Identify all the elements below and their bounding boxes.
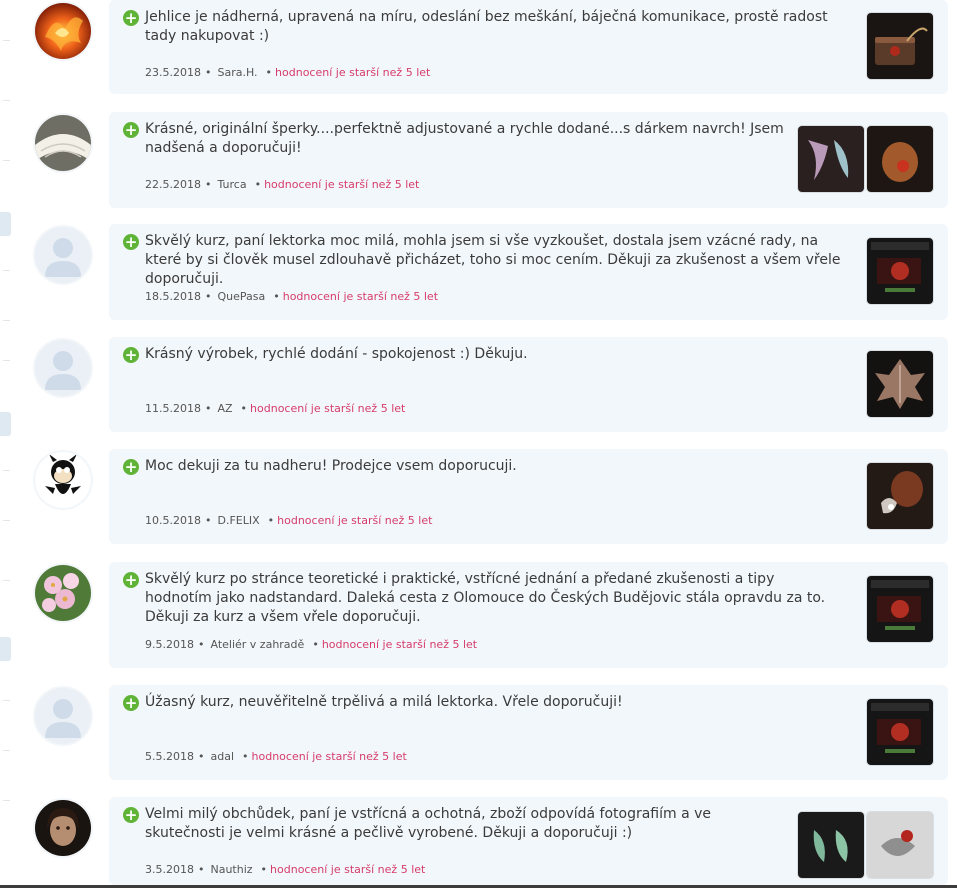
review-bubble: + Skvělý kurz po stránce teoretické i pr… (109, 562, 948, 668)
review-bubble: + Jehlice je nádherná, upravená na míru,… (109, 0, 948, 94)
review-photos (867, 351, 933, 417)
review-photo[interactable] (798, 812, 864, 878)
review-date: 23.5.2018 (145, 66, 201, 79)
positive-plus-icon: + (123, 571, 139, 589)
review-author[interactable]: AZ (217, 402, 232, 415)
review-photos (867, 463, 933, 529)
review-bubble: + Moc dekuji za tu nadheru! Prodejce vse… (109, 449, 948, 544)
old-review-label: hodnocení je starší než 5 let (264, 178, 420, 191)
review-bubble: + Velmi milý obchůdek, paní je vstřícná … (109, 797, 948, 885)
positive-plus-icon: + (123, 346, 139, 364)
side-tab[interactable] (0, 212, 11, 236)
review-date: 9.5.2018 (145, 638, 194, 651)
edge-marker (3, 750, 10, 751)
review-text: Skvělý kurz po stránce teoretické i prak… (145, 571, 826, 625)
edge-marker (3, 40, 10, 41)
edge-marker (3, 160, 10, 161)
review-photo[interactable] (867, 13, 933, 79)
side-tab[interactable] (0, 637, 11, 661)
old-review-label: hodnocení je starší než 5 let (250, 402, 406, 415)
edge-marker (3, 320, 10, 321)
old-review-label: hodnocení je starší než 5 let (282, 290, 439, 303)
review-photos (867, 13, 933, 79)
review-meta: 10.5.2018 • D.FELIX • hodnocení je starší ne… (145, 514, 433, 527)
review-photo[interactable] (798, 126, 864, 192)
positive-plus-icon: + (123, 806, 139, 824)
old-review-label: hodnocení je starší než 5 let (277, 514, 433, 527)
review-meta: 23.5.2018 • Sara.H. • hodnocení je starší ne… (145, 66, 431, 79)
review-author[interactable]: Nauthiz (210, 863, 252, 876)
side-tab[interactable] (0, 412, 11, 436)
review-author[interactable]: QuePasa (217, 290, 265, 303)
review-date: 22.5.2018 (145, 178, 201, 191)
default-user-avatar[interactable] (35, 688, 91, 744)
review-text: Krásný výrobek, rychlé dodání - spokojen… (145, 346, 528, 362)
review-meta: 5.5.2018 • adal • hodnocení je starší než 5 … (145, 750, 407, 763)
old-review-label: hodnocení je starší než 5 let (251, 750, 407, 763)
review-date: 5.5.2018 (145, 750, 194, 763)
edge-marker (3, 270, 10, 271)
edge-marker (3, 580, 10, 581)
review-photo[interactable] (867, 699, 933, 765)
review-text: Moc dekuji za tu nadheru! Prodejce vsem … (145, 458, 517, 474)
review-bubble: + Krásné, originální šperky....perfektně… (109, 112, 948, 208)
review-author[interactable]: D.FELIX (217, 514, 259, 527)
review-meta: 11.5.2018 • AZ • hodnocení je starší než 5 l… (145, 402, 406, 415)
review-photos (798, 812, 933, 878)
review-photo[interactable] (867, 812, 933, 878)
user-avatar[interactable] (35, 115, 91, 171)
review-bubble: + Krásný výrobek, rychlé dodání - spokoj… (109, 337, 948, 432)
old-review-label: hodnocení je starší než 5 let (270, 863, 426, 876)
review-photo[interactable] (867, 463, 933, 529)
review-text: Skvělý kurz, paní lektorka moc milá, moh… (145, 233, 841, 287)
review-photo[interactable] (867, 576, 933, 642)
left-edge-strip (0, 0, 14, 888)
user-avatar[interactable] (35, 3, 91, 59)
positive-plus-icon: + (123, 694, 139, 712)
review-text: Krásné, originální šperky....perfektně a… (145, 121, 784, 156)
review-photos (867, 238, 933, 304)
review-author[interactable]: Ateliér v zahradě (210, 638, 304, 651)
edge-marker (3, 360, 10, 361)
user-avatar[interactable] (35, 452, 91, 508)
default-user-avatar[interactable] (35, 340, 91, 396)
review-photos (867, 699, 933, 765)
positive-plus-icon: + (123, 121, 139, 139)
review-bubble: + Skvělý kurz, paní lektorka moc milá, m… (109, 224, 948, 320)
edge-marker (3, 800, 10, 801)
review-bubble: + Úžasný kurz, neuvěřitelně trpělivá a m… (109, 685, 948, 780)
edge-marker (3, 100, 10, 101)
review-date: 10.5.2018 (145, 514, 201, 527)
review-photo[interactable] (867, 238, 933, 304)
review-text: Jehlice je nádherná, upravená na míru, o… (145, 9, 828, 44)
review-author[interactable]: Sara.H. (217, 66, 257, 79)
review-text: Úžasný kurz, neuvěřitelně trpělivá a mil… (145, 694, 623, 710)
review-text: Velmi milý obchůdek, paní je vstřícná a … (145, 806, 712, 841)
review-date: 3.5.2018 (145, 863, 194, 876)
positive-plus-icon: + (123, 458, 139, 476)
review-photos (867, 576, 933, 642)
review-date: 11.5.2018 (145, 402, 201, 415)
review-author[interactable]: adal (210, 750, 234, 763)
user-avatar[interactable] (35, 565, 91, 621)
review-meta: 22.5.2018 • Turca • hodnocení je starší než … (145, 178, 420, 191)
old-review-label: hodnocení je starší než 5 let (275, 66, 431, 79)
default-user-avatar[interactable] (35, 227, 91, 283)
review-meta: 3.5.2018 • Nauthiz • hodnocení je starší než… (145, 863, 426, 876)
review-meta: 9.5.2018 • Ateliér v zahradě • hodnocení je … (145, 638, 478, 651)
review-date: 18.5.2018 (145, 290, 201, 303)
positive-plus-icon: + (123, 9, 139, 27)
positive-plus-icon: + (123, 233, 139, 251)
review-meta: 18.5.2018 • QuePasa • hodnocení je starší ne… (145, 290, 439, 303)
review-photo[interactable] (867, 126, 933, 192)
edge-marker (3, 700, 10, 701)
review-photos (798, 126, 933, 192)
review-photo[interactable] (867, 351, 933, 417)
edge-marker (3, 520, 10, 521)
old-review-label: hodnocení je starší než 5 let (321, 638, 478, 651)
user-avatar[interactable] (35, 800, 91, 856)
review-author[interactable]: Turca (217, 178, 246, 191)
edge-marker (3, 470, 10, 471)
